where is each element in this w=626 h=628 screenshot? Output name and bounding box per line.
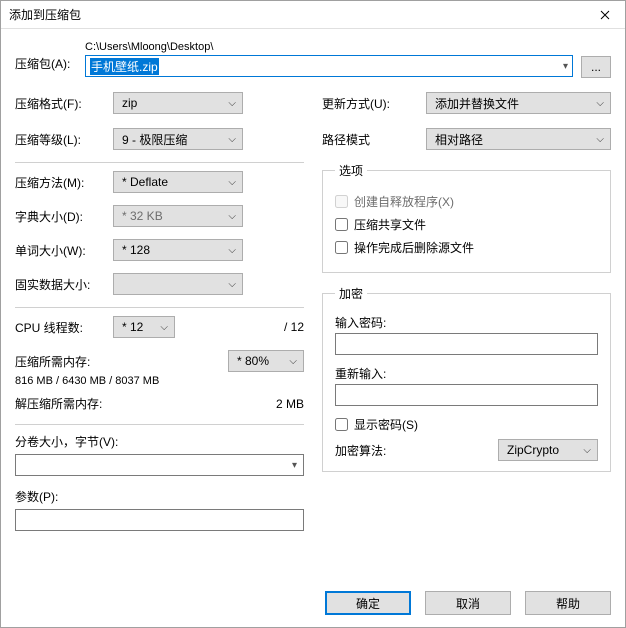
- delete-after-row[interactable]: 操作完成后删除源文件: [335, 239, 598, 256]
- compress-mem-value: 816 MB / 6430 MB / 8037 MB: [15, 375, 304, 387]
- algo-row: 加密算法: ZipCrypto ⌵: [335, 439, 598, 461]
- delete-after-checkbox[interactable]: [335, 241, 348, 254]
- archive-filename: 手机壁纸.zip: [90, 58, 159, 75]
- divider: [15, 162, 304, 163]
- level-value: 9 - 极限压缩: [122, 131, 187, 148]
- dialog-title: 添加到压缩包: [9, 6, 81, 23]
- chevron-down-icon: ⌵: [228, 245, 236, 256]
- level-label: 压缩等级(L):: [15, 131, 113, 148]
- divider: [15, 307, 304, 308]
- dict-value: * 32 KB: [122, 209, 163, 223]
- update-label: 更新方式(U):: [322, 95, 426, 112]
- two-columns: 压缩格式(F): zip ⌵ 压缩等级(L): 9 - 极限压缩 ⌵ 压缩方法(…: [15, 92, 611, 531]
- sfx-checkbox: [335, 195, 348, 208]
- method-combo[interactable]: * Deflate ⌵: [113, 171, 243, 193]
- compress-mem-label: 压缩所需内存:: [15, 353, 90, 370]
- help-button[interactable]: 帮助: [525, 591, 611, 615]
- titlebar: 添加到压缩包: [1, 1, 625, 29]
- password2-input[interactable]: [335, 384, 598, 406]
- close-icon: [600, 10, 610, 20]
- chevron-down-icon: ⌵: [596, 134, 604, 145]
- method-label: 压缩方法(M):: [15, 174, 113, 191]
- chevron-down-icon: ⌵: [596, 98, 604, 109]
- shared-label: 压缩共享文件: [354, 216, 426, 233]
- chevron-down-icon: ⌵: [160, 322, 168, 333]
- ok-button[interactable]: 确定: [325, 591, 411, 615]
- button-bar: 确定 取消 帮助: [1, 581, 625, 627]
- threads-value: * 12: [122, 320, 143, 334]
- solid-label: 固实数据大小:: [15, 276, 113, 293]
- dict-combo[interactable]: * 32 KB ⌵: [113, 205, 243, 227]
- chevron-down-icon: ⌵: [228, 211, 236, 222]
- solid-combo[interactable]: ⌵: [113, 273, 243, 295]
- algo-value: ZipCrypto: [507, 443, 559, 457]
- chevron-down-icon: ▾: [563, 61, 568, 72]
- format-value: zip: [122, 96, 137, 110]
- chevron-down-icon: ▾: [292, 460, 297, 471]
- word-label: 单词大小(W):: [15, 242, 113, 259]
- close-button[interactable]: [585, 1, 625, 29]
- word-combo[interactable]: * 128 ⌵: [113, 239, 243, 261]
- algo-combo[interactable]: ZipCrypto ⌵: [498, 439, 598, 461]
- params-label: 参数(P):: [15, 488, 304, 505]
- show-password-row[interactable]: 显示密码(S): [335, 416, 598, 433]
- options-fieldset: 选项 创建自释放程序(X) 压缩共享文件 操作完成后删除源文件: [322, 162, 611, 273]
- divider: [15, 424, 304, 425]
- encrypt-legend: 加密: [335, 285, 367, 302]
- shared-checkbox[interactable]: [335, 218, 348, 231]
- browse-button[interactable]: ...: [581, 56, 611, 78]
- password-input[interactable]: [335, 333, 598, 355]
- threads-total: / 12: [284, 320, 304, 334]
- path-value: 相对路径: [435, 131, 483, 148]
- dialog-content: 压缩包(A): C:\Users\Mloong\Desktop\ 手机壁纸.zi…: [1, 29, 625, 581]
- right-column: 更新方式(U): 添加并替换文件 ⌵ 路径模式 相对路径 ⌵ 选项: [322, 92, 611, 531]
- decompress-mem-value: 2 MB: [276, 397, 304, 411]
- level-combo[interactable]: 9 - 极限压缩 ⌵: [113, 128, 243, 150]
- password-label: 输入密码:: [335, 314, 598, 331]
- shared-row[interactable]: 压缩共享文件: [335, 216, 598, 233]
- compress-mem-row: 压缩所需内存: * 80% ⌵ 816 MB / 6430 MB / 8037 …: [15, 350, 304, 387]
- path-mode-combo[interactable]: 相对路径 ⌵: [426, 128, 611, 150]
- format-combo[interactable]: zip ⌵: [113, 92, 243, 114]
- word-value: * 128: [122, 243, 150, 257]
- archive-path: C:\Users\Mloong\Desktop\: [85, 41, 573, 53]
- cancel-button[interactable]: 取消: [425, 591, 511, 615]
- chevron-down-icon: ⌵: [228, 279, 236, 290]
- update-mode-combo[interactable]: 添加并替换文件 ⌵: [426, 92, 611, 114]
- chevron-down-icon: ⌵: [228, 177, 236, 188]
- encrypt-fieldset: 加密 输入密码: 重新输入: 显示密码(S) 加密算法: ZipCrypto ⌵: [322, 285, 611, 472]
- show-password-checkbox[interactable]: [335, 418, 348, 431]
- format-label: 压缩格式(F):: [15, 95, 113, 112]
- threads-label: CPU 线程数:: [15, 319, 113, 336]
- archive-main: C:\Users\Mloong\Desktop\ 手机壁纸.zip ▾: [85, 41, 573, 77]
- password2-label: 重新输入:: [335, 365, 598, 382]
- chevron-down-icon: ⌵: [228, 98, 236, 109]
- show-password-label: 显示密码(S): [354, 416, 418, 433]
- compress-mem-pct: * 80%: [237, 354, 269, 368]
- sfx-row: 创建自释放程序(X): [335, 193, 598, 210]
- delete-after-label: 操作完成后删除源文件: [354, 239, 474, 256]
- options-legend: 选项: [335, 162, 367, 179]
- path-mode-label: 路径模式: [322, 131, 426, 148]
- decompress-mem-label: 解压缩所需内存:: [15, 395, 102, 412]
- threads-combo[interactable]: * 12 ⌵: [113, 316, 175, 338]
- chevron-down-icon: ⌵: [289, 356, 297, 367]
- update-value: 添加并替换文件: [435, 95, 519, 112]
- compress-mem-pct-combo[interactable]: * 80% ⌵: [228, 350, 304, 372]
- dict-label: 字典大小(D):: [15, 208, 113, 225]
- add-to-archive-dialog: 添加到压缩包 压缩包(A): C:\Users\Mloong\Desktop\ …: [0, 0, 626, 628]
- archive-row: 压缩包(A): C:\Users\Mloong\Desktop\ 手机壁纸.zi…: [15, 41, 611, 78]
- method-value: * Deflate: [122, 175, 168, 189]
- split-label: 分卷大小，字节(V):: [15, 433, 304, 450]
- split-size-combo[interactable]: ▾: [15, 454, 304, 476]
- left-column: 压缩格式(F): zip ⌵ 压缩等级(L): 9 - 极限压缩 ⌵ 压缩方法(…: [15, 92, 304, 531]
- sfx-label: 创建自释放程序(X): [354, 193, 454, 210]
- chevron-down-icon: ⌵: [228, 134, 236, 145]
- archive-label: 压缩包(A):: [15, 41, 77, 72]
- chevron-down-icon: ⌵: [583, 445, 591, 456]
- archive-filename-combo[interactable]: 手机壁纸.zip ▾: [85, 55, 573, 77]
- params-input[interactable]: [15, 509, 304, 531]
- algo-label: 加密算法:: [335, 442, 386, 459]
